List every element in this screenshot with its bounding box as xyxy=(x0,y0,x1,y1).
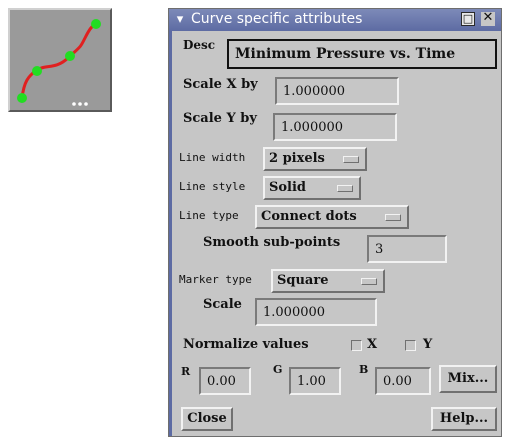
line-width-menu[interactable]: 2 pixels xyxy=(263,147,367,171)
blue-label: B xyxy=(359,363,369,376)
normalize-y-label: Y xyxy=(423,337,433,352)
line-width-label: Line width xyxy=(179,151,246,164)
mix-button[interactable]: Mix... xyxy=(439,365,497,393)
normalize-y-checkbox[interactable] xyxy=(405,340,416,351)
close-button[interactable]: Close xyxy=(181,407,233,431)
curve-attributes-window: ▾ Curve specific attributes □ ✕ Desc Min… xyxy=(168,8,502,437)
option-menu-indicator-icon xyxy=(385,214,401,221)
blue-input[interactable]: 0.00 xyxy=(375,367,431,395)
minimize-icon[interactable]: □ xyxy=(461,12,475,26)
smooth-subpoints-label: Smooth sub-points xyxy=(203,235,341,250)
normalize-x-checkbox[interactable] xyxy=(351,340,362,351)
curve-graphic xyxy=(17,19,101,106)
scale-x-input[interactable]: 1.000000 xyxy=(275,77,399,105)
green-input[interactable]: 1.00 xyxy=(289,367,341,395)
smooth-subpoints-input[interactable]: 3 xyxy=(367,235,447,263)
line-style-value: Solid xyxy=(269,180,307,195)
green-label: G xyxy=(273,363,283,376)
line-style-menu[interactable]: Solid xyxy=(263,176,361,200)
scale-x-label: Scale X by xyxy=(183,77,258,92)
option-menu-indicator-icon xyxy=(337,185,353,192)
line-style-label: Line style xyxy=(179,180,246,193)
scale-y-input[interactable]: 1.000000 xyxy=(273,113,397,141)
line-type-label: Line type xyxy=(179,209,239,222)
help-button[interactable]: Help... xyxy=(431,407,497,431)
curve-plot-icon[interactable] xyxy=(8,8,112,112)
option-menu-indicator-icon xyxy=(343,156,359,163)
desc-label: Desc xyxy=(183,38,216,52)
line-type-value: Connect dots xyxy=(261,209,357,224)
line-type-menu[interactable]: Connect dots xyxy=(255,205,409,229)
normalize-label: Normalize values xyxy=(183,337,309,352)
option-menu-indicator-icon xyxy=(361,278,377,285)
marker-scale-input[interactable]: 1.000000 xyxy=(255,298,377,326)
close-icon[interactable]: ✕ xyxy=(481,11,495,26)
window-border xyxy=(169,31,172,436)
title-bar[interactable]: ▾ Curve specific attributes □ ✕ xyxy=(169,9,501,31)
red-input[interactable]: 0.00 xyxy=(199,367,251,395)
marker-scale-label: Scale xyxy=(203,297,242,312)
scale-y-label: Scale Y by xyxy=(183,111,257,126)
window-menu-icon[interactable]: ▾ xyxy=(172,12,188,28)
marker-type-label: Marker type xyxy=(179,273,252,286)
window-title: Curve specific attributes xyxy=(191,11,363,27)
marker-type-value: Square xyxy=(277,273,329,288)
line-width-value: 2 pixels xyxy=(269,151,325,166)
marker-type-menu[interactable]: Square xyxy=(271,269,385,293)
desc-input[interactable]: Minimum Pressure vs. Time xyxy=(227,39,497,69)
red-label: R xyxy=(181,365,191,378)
normalize-x-label: X xyxy=(367,337,378,352)
